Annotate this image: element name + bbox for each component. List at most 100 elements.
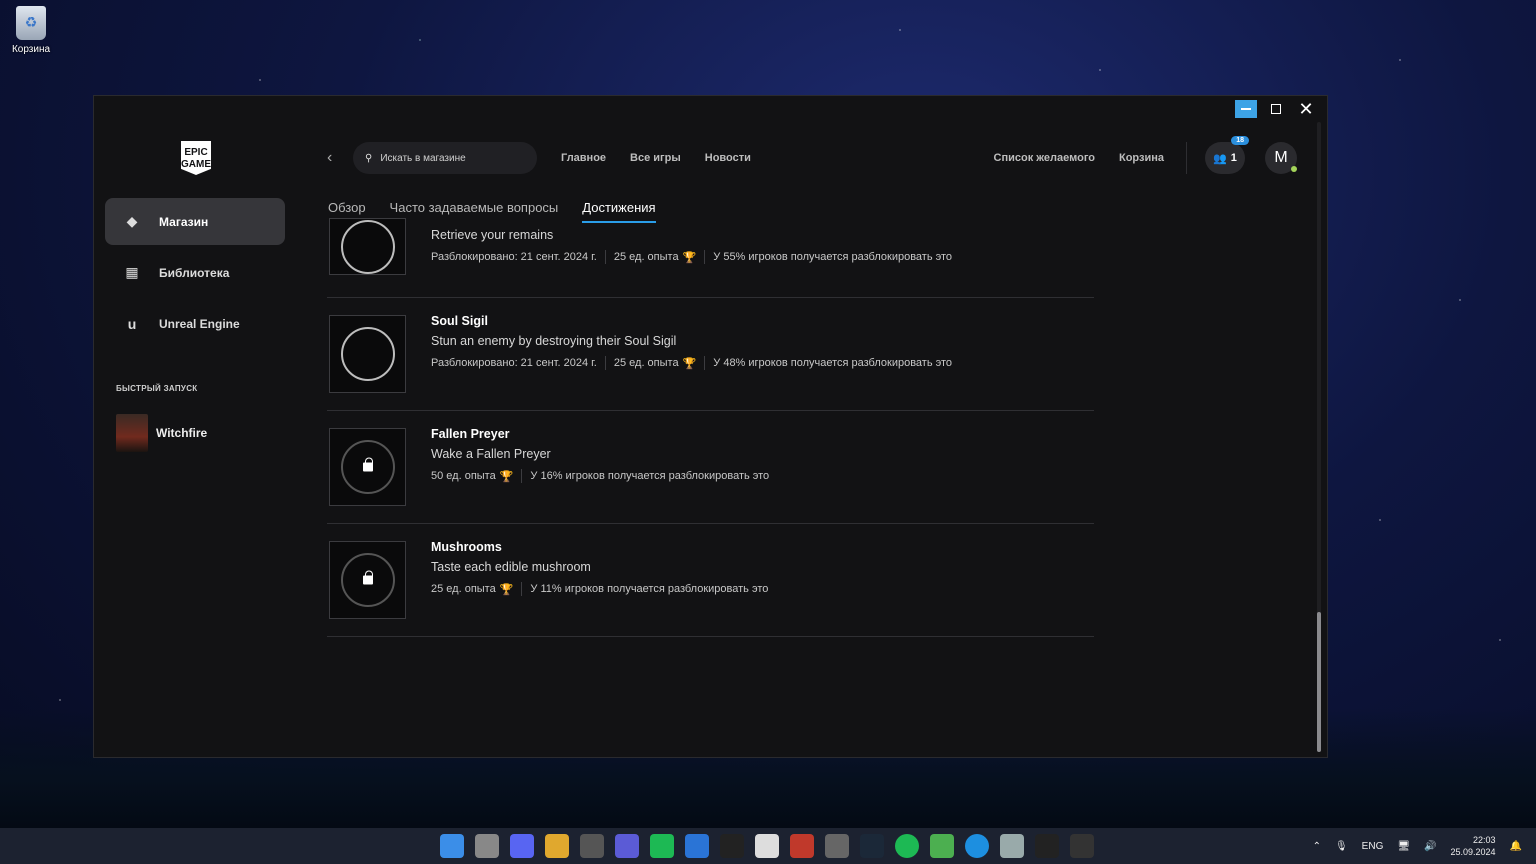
achievement-meta: Разблокировано: 21 сент. 2024 г. 25 ед. … [431,356,952,370]
app-icon[interactable] [930,834,954,858]
achievement-meta: Разблокировано: 21 сент. 2024 г. 25 ед. … [431,250,952,264]
search-icon: ⚲ [365,152,373,164]
epic-games-launcher-window: ✕ EPIC GAMES ◆ Магазин ▦ Библиотека u Un… [93,95,1328,758]
app-icon[interactable] [615,834,639,858]
soul-sigil-icon [340,327,395,381]
friends-icon: 👥 [1213,152,1227,165]
chevron-left-icon: ‹ [327,149,333,166]
windows-start-icon[interactable] [440,834,464,858]
friends-count: 1 [1230,152,1237,164]
app-icon[interactable] [755,834,779,858]
achievement-image [329,315,406,393]
clock-time: 22:03 [1473,835,1496,845]
clock[interactable]: 22:03 25.09.2024 [1451,834,1496,858]
mushroom-icon [340,553,395,607]
sidebar-item-store[interactable]: ◆ Магазин [105,198,285,245]
friends-button[interactable]: 👥 1 18 [1205,136,1249,174]
lock-icon [362,457,373,472]
nav-news[interactable]: Новости [705,152,751,164]
nav-browse[interactable]: Все игры [630,152,681,164]
avatar[interactable]: M [1265,142,1297,174]
task-view-icon[interactable] [475,834,499,858]
network-icon[interactable]: 🖥 [1397,841,1410,852]
language-indicator[interactable]: ENG [1362,841,1384,852]
app-icon[interactable] [580,834,604,858]
wishlist-link[interactable]: Список желаемого [994,152,1095,164]
chevron-up-icon[interactable]: ⌃ [1313,841,1321,852]
achievement-description: Taste each edible mushroom [431,560,591,574]
quick-launch-title: БЫСТРЫЙ ЗАПУСК [116,384,198,393]
achievement-image [329,541,406,619]
achievement-item: Mushrooms Taste each edible mushroom 25 … [327,524,1094,637]
achievement-description: Retrieve your remains [431,228,554,242]
maximize-icon [1271,104,1281,114]
tab-faq[interactable]: Часто задаваемые вопросы [390,200,559,223]
system-tray: ⌃ 🎙 ENG 🖥 🔊 22:03 25.09.2024 🔔 [1313,828,1522,864]
separator [704,250,706,264]
nav-discover[interactable]: Главное [561,152,606,164]
notification-icon[interactable]: 🔔 [1510,841,1522,852]
edge-icon[interactable] [965,834,989,858]
epic-games-logo[interactable]: EPIC GAMES [181,141,211,175]
maximize-button[interactable] [1265,100,1287,118]
achievement-description: Wake a Fallen Preyer [431,447,551,461]
achievement-unlocked-date: Разблокировано: 21 сент. 2024 г. [431,357,597,369]
achievement-image [329,428,406,506]
divider [1186,142,1187,174]
recycle-bin-icon [16,6,46,40]
scrollbar[interactable] [1317,122,1321,752]
epic-games-icon[interactable] [1035,834,1059,858]
cart-link[interactable]: Корзина [1119,152,1164,164]
achievement-xp: 25 ед. опыта [613,357,679,369]
steam-icon[interactable] [860,834,884,858]
minimize-icon [1241,108,1251,110]
chrome-icon[interactable] [545,834,569,858]
achievement-percent: У 11% игроков получается разблокировать … [530,583,769,595]
app-icon[interactable] [685,834,709,858]
app-icon[interactable] [1000,834,1024,858]
achievement-percent: У 16% игроков получается разблокировать … [530,470,770,482]
back-button[interactable]: ‹ [327,149,353,167]
sidebar: EPIC GAMES ◆ Магазин ▦ Библиотека u Unre… [94,96,302,757]
close-icon: ✕ [1298,98,1314,119]
achievement-xp: 25 ед. опыта [431,583,496,595]
clock-date: 25.09.2024 [1450,847,1496,857]
separator [604,356,606,370]
microphone-icon[interactable]: 🎙 [1335,841,1348,852]
tab-achievements[interactable]: Достижения [582,200,656,223]
quick-launch-witchfire[interactable]: Witchfire [116,414,207,452]
volume-icon[interactable]: 🔊 [1424,841,1436,852]
achievement-meta: 50 ед. опыта 🏆 У 16% игроков получается … [431,469,769,483]
minimize-button[interactable] [1235,100,1257,118]
trophy-icon: 🏆 [682,251,697,264]
achievement-unlocked-date: Разблокировано: 21 сент. 2024 г. [431,251,597,263]
achievement-xp: 50 ед. опыта [431,470,496,482]
epic-games-icon[interactable] [720,834,744,858]
separator [521,469,523,483]
app-icon[interactable] [650,834,674,858]
search-input[interactable] [380,152,511,164]
achievement-description: Stun an enemy by destroying their Soul S… [431,334,677,348]
app-icon[interactable] [825,834,849,858]
sidebar-item-unreal-engine[interactable]: u Unreal Engine [105,300,285,347]
app-icon[interactable] [790,834,814,858]
recycle-bin-shortcut[interactable]: Корзина [8,6,54,55]
separator [521,582,523,596]
friends-badge: 18 [1231,136,1249,145]
trophy-icon: 🏆 [499,583,514,596]
fallen-preyer-icon [340,440,395,494]
search-box[interactable]: ⚲ [353,142,537,174]
app-icon[interactable] [1070,834,1094,858]
discord-icon[interactable] [510,834,534,858]
close-button[interactable]: ✕ [1295,98,1317,119]
unreal-icon: u [127,315,137,332]
achievement-xp: 25 ед. опыта [613,251,679,263]
achievement-emblem-icon [340,219,395,274]
spotify-icon[interactable] [895,834,919,858]
achievement-image [329,218,406,275]
sidebar-item-library[interactable]: ▦ Библиотека [105,249,285,296]
achievement-item: Fallen Preyer Wake a Fallen Preyer 50 ед… [327,411,1094,524]
scrollbar-thumb[interactable] [1317,612,1321,752]
grid-icon: ▦ [125,264,139,280]
separator [604,250,606,264]
